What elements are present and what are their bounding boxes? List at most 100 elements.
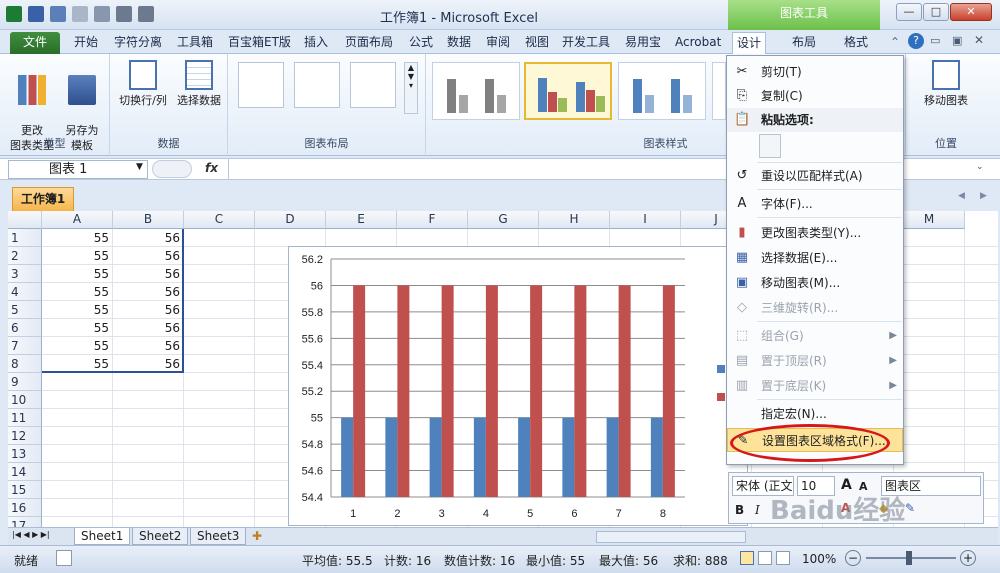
tab-acrobat[interactable]: Acrobat	[671, 32, 725, 54]
tab-page-layout[interactable]: 页面布局	[341, 32, 397, 54]
tab-char-split[interactable]: 字符分离	[110, 32, 166, 54]
menu-item-copy[interactable]: ⎘ 复制(C)	[727, 84, 903, 108]
row-header-13[interactable]: 13	[8, 445, 42, 463]
row-header-2[interactable]: 2	[8, 247, 42, 265]
tab-review[interactable]: 审阅	[482, 32, 514, 54]
zoom-out-icon[interactable]: −	[845, 550, 861, 566]
style-thumb-partial[interactable]	[712, 62, 726, 120]
column-header-f[interactable]: F	[397, 211, 468, 229]
tab-scroll-right-icon[interactable]: ▶	[980, 191, 987, 201]
name-box[interactable]: 图表 1	[8, 160, 148, 179]
menu-item-reset-style[interactable]: ↺ 重设以匹配样式(A)	[727, 164, 903, 188]
formula-bar-handle[interactable]	[152, 160, 192, 178]
first-sheet-icon[interactable]: |◀ ◀ ▶ ▶|	[12, 530, 50, 539]
column-header-i[interactable]: I	[610, 211, 681, 229]
tab-design[interactable]: 设计	[732, 32, 767, 54]
row-header-14[interactable]: 14	[8, 463, 42, 481]
tab-insert[interactable]: 插入	[300, 32, 332, 54]
menu-item-assign-macro[interactable]: 指定宏(N)...	[727, 402, 903, 426]
sheet-tab-sheet1[interactable]: Sheet1	[74, 528, 131, 545]
paste-option-button[interactable]	[759, 134, 781, 158]
menu-item-select-data[interactable]: ▦ 选择数据(E)...	[727, 246, 903, 270]
page-layout-view-icon[interactable]	[758, 551, 772, 565]
select-data-button[interactable]: 选择数据	[172, 60, 226, 108]
column-header-b[interactable]: B	[113, 211, 184, 229]
row-header-11[interactable]: 11	[8, 409, 42, 427]
outline-icon[interactable]: ✎	[905, 501, 915, 515]
sheet-tab-sheet3[interactable]: Sheet3	[190, 528, 247, 545]
menu-item-change-chart-type[interactable]: ▮ 更改图表类型(Y)...	[727, 221, 903, 245]
row-header-15[interactable]: 15	[8, 481, 42, 499]
new-sheet-icon[interactable]: ✚	[252, 529, 262, 543]
tab-data[interactable]: 数据	[443, 32, 475, 54]
sort-icon[interactable]	[116, 6, 132, 22]
macro-record-icon[interactable]	[56, 550, 72, 566]
name-box-dropdown-icon[interactable]: ▼	[136, 162, 143, 172]
minimize-button[interactable]: —	[896, 3, 922, 21]
row-header-12[interactable]: 12	[8, 427, 42, 445]
layout-thumb-2[interactable]	[294, 62, 340, 108]
doc-restore-icon[interactable]: ▣	[952, 34, 962, 47]
embedded-chart[interactable]: 56.2 56 55.8 55.6 55.4 55.2 55 54.8 54.6 54.4 1 2 3 4…	[288, 246, 748, 526]
menu-item-move-chart[interactable]: ▣ 移动图表(M)...	[727, 271, 903, 295]
form-icon[interactable]	[138, 6, 154, 22]
row-header-1[interactable]: 1	[8, 229, 42, 247]
layout-thumb-3[interactable]	[350, 62, 396, 108]
menu-item-font[interactable]: A 字体(F)...	[727, 192, 903, 216]
horizontal-scrollbar[interactable]	[596, 531, 746, 543]
zoom-slider-thumb[interactable]	[906, 551, 912, 565]
workbook-tab[interactable]: 工作簿1	[12, 187, 74, 211]
row-header-4[interactable]: 4	[8, 283, 42, 301]
tab-format[interactable]: 格式	[840, 32, 872, 54]
normal-view-icon[interactable]	[740, 551, 754, 565]
tab-yiyongbao[interactable]: 易用宝	[621, 32, 665, 54]
zoom-level[interactable]: 100%	[802, 552, 836, 566]
maximize-button[interactable]: □	[923, 3, 949, 21]
save-icon[interactable]	[28, 6, 44, 22]
column-header-h[interactable]: H	[539, 211, 610, 229]
tab-view[interactable]: 视图	[521, 32, 553, 54]
style-thumb-blue[interactable]	[618, 62, 706, 120]
row-header-3[interactable]: 3	[8, 265, 42, 283]
restore-icon[interactable]: ▭	[930, 34, 940, 47]
switch-row-column-button[interactable]: 切换行/列	[116, 60, 170, 108]
column-header-c[interactable]: C	[184, 211, 255, 229]
row-header-8[interactable]: 8	[8, 355, 42, 373]
zoom-in-icon[interactable]: +	[960, 550, 976, 566]
page-break-view-icon[interactable]	[776, 551, 790, 565]
tab-scroll-left-icon[interactable]: ◀	[958, 191, 965, 201]
row-header-17[interactable]: 17	[8, 517, 42, 527]
style-thumb-colorful-selected[interactable]	[524, 62, 612, 120]
doc-close-icon[interactable]: ✕	[974, 33, 984, 47]
select-all-corner[interactable]	[8, 211, 42, 229]
tab-layout[interactable]: 布局	[788, 32, 820, 54]
column-header-a[interactable]: A	[42, 211, 113, 229]
row-header-16[interactable]: 16	[8, 499, 42, 517]
tab-developer[interactable]: 开发工具	[558, 32, 614, 54]
tab-formulas[interactable]: 公式	[405, 32, 437, 54]
tab-home[interactable]: 开始	[70, 32, 102, 54]
sheet-tab-sheet2[interactable]: Sheet2	[132, 528, 189, 545]
menu-item-cut[interactable]: ✂ 剪切(T)	[727, 60, 903, 84]
close-button[interactable]: ✕	[950, 3, 992, 21]
camera-icon[interactable]	[94, 6, 110, 22]
undo-icon[interactable]	[50, 6, 66, 22]
italic-icon[interactable]: I	[755, 503, 760, 517]
style-thumb-gray[interactable]	[432, 62, 520, 120]
row-header-7[interactable]: 7	[8, 337, 42, 355]
row-header-10[interactable]: 10	[8, 391, 42, 409]
layout-gallery-scroll[interactable]: ▲ ▼ ▾	[404, 62, 418, 114]
column-header-m[interactable]: M	[894, 211, 965, 229]
tab-toolbox[interactable]: 工具箱	[173, 32, 217, 54]
fx-icon[interactable]: fx	[205, 161, 218, 175]
row-header-5[interactable]: 5	[8, 301, 42, 319]
tab-file[interactable]: 文件	[10, 32, 60, 54]
expand-formula-bar-icon[interactable]: ⌄	[976, 162, 984, 172]
layout-thumb-1[interactable]	[238, 62, 284, 108]
collapse-ribbon-icon[interactable]: ⌃	[890, 35, 900, 49]
column-header-g[interactable]: G	[468, 211, 539, 229]
row-header-9[interactable]: 9	[8, 373, 42, 391]
column-header-e[interactable]: E	[326, 211, 397, 229]
redo-icon[interactable]	[72, 6, 88, 22]
row-header-6[interactable]: 6	[8, 319, 42, 337]
